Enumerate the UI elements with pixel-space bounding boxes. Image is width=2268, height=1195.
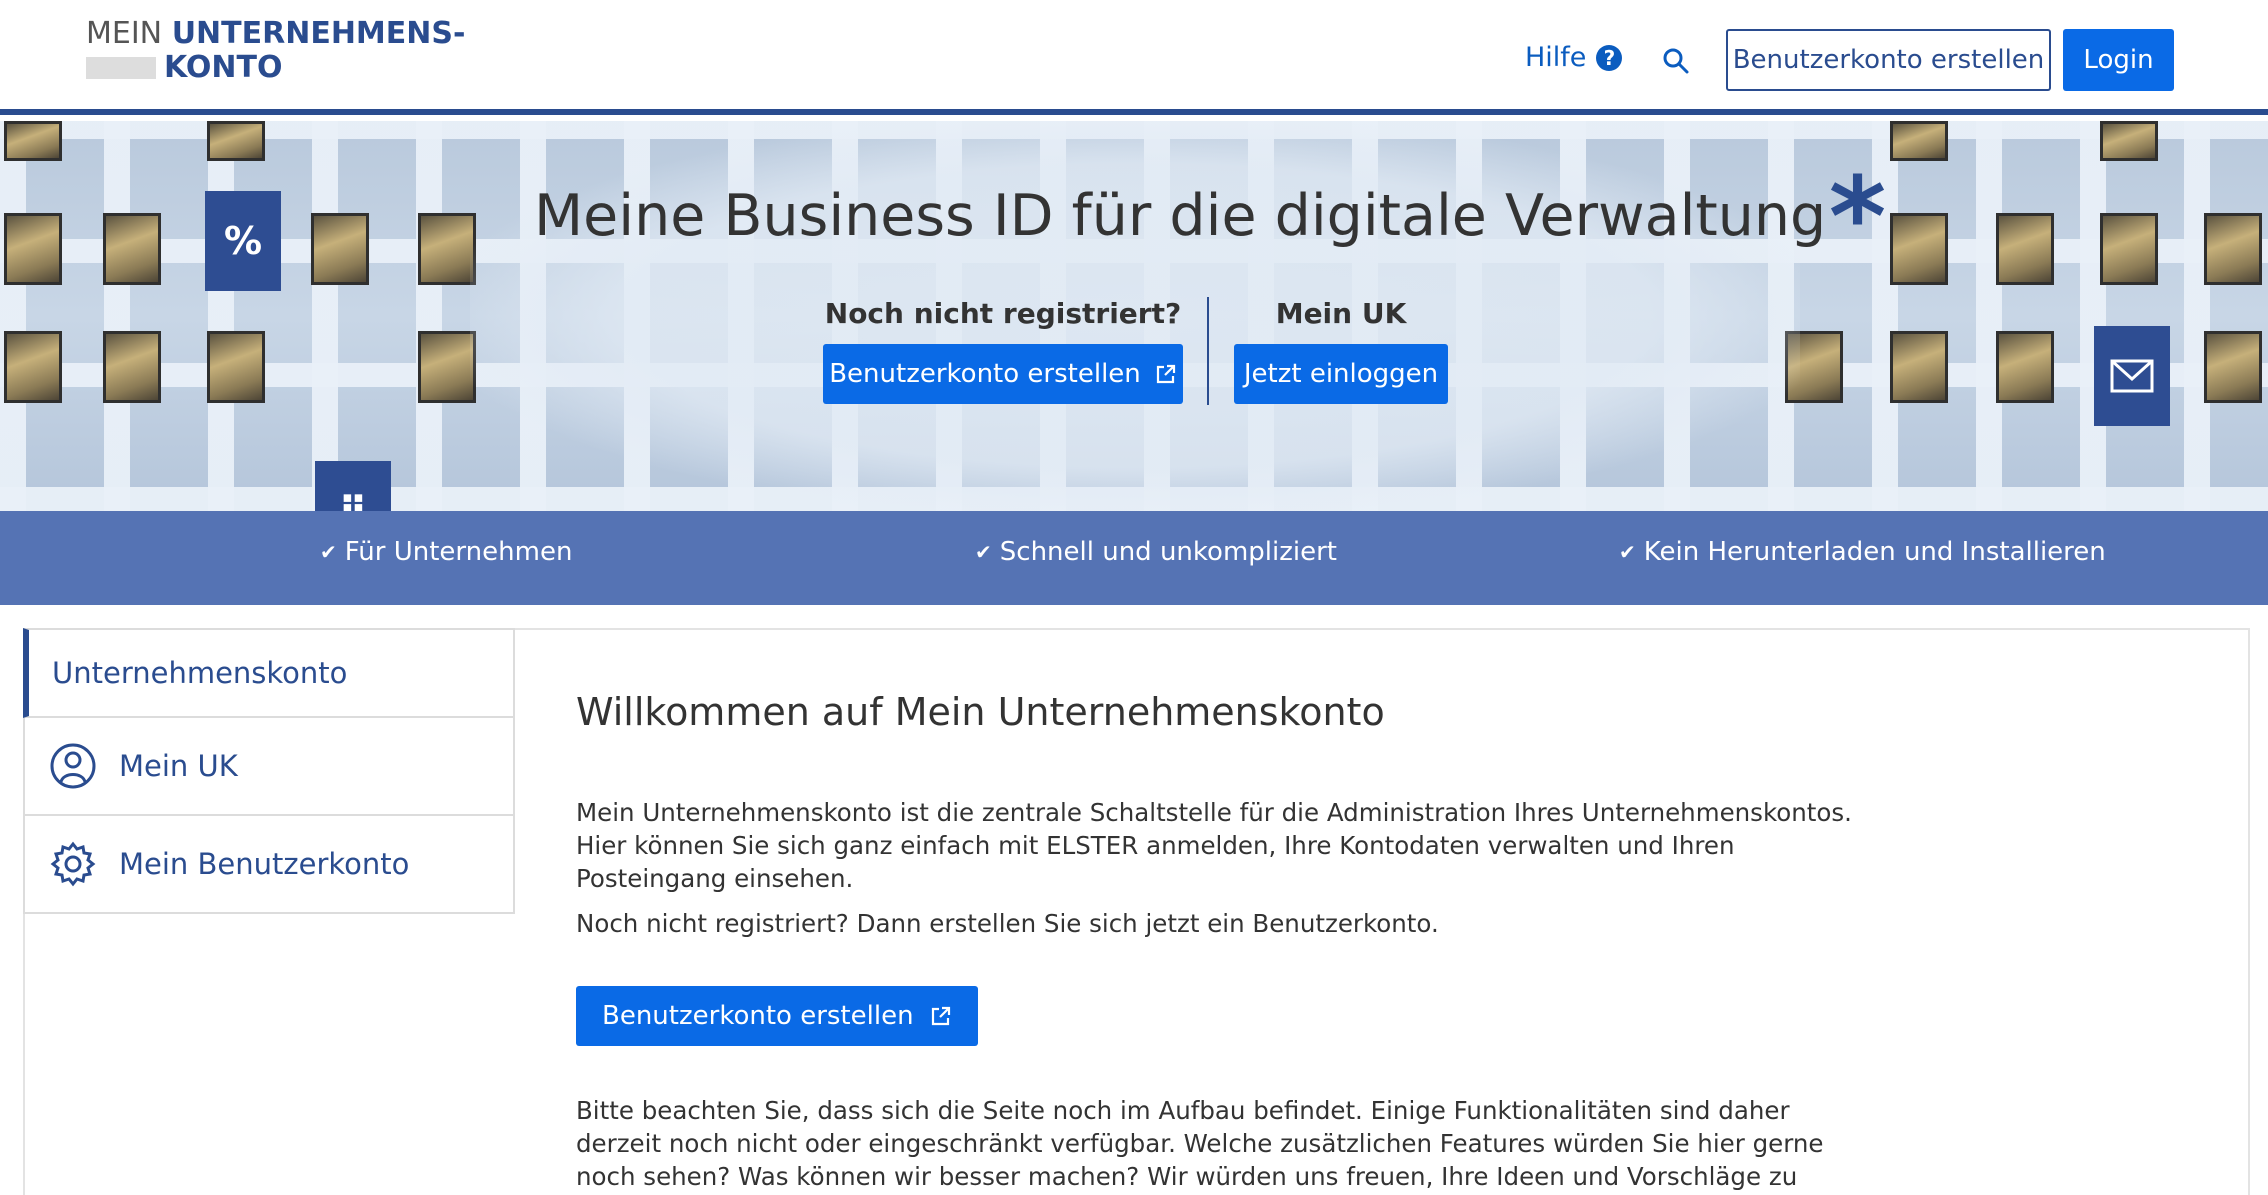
check-icon: ✔ (975, 540, 992, 564)
percent-tile-icon: % (205, 191, 281, 291)
benefit-item: ✔ Für Unternehmen (320, 537, 572, 567)
hero-window-image (103, 213, 161, 285)
benefit-item: ✔ Schnell und unkompliziert (975, 537, 1337, 567)
asterisk-mark: * (1828, 153, 1887, 281)
user-circle-icon (50, 743, 96, 789)
logo-mein: MEIN (86, 16, 163, 51)
sidebar-item-unternehmenskonto[interactable]: Unternehmenskonto (23, 628, 515, 718)
site-header: MEIN UNTERNEHMENS- KONTO Hilfe ? Benutze… (0, 0, 2268, 115)
logo-line2: KONTO (164, 50, 283, 85)
benefits-bar: ✔ Für Unternehmen ✔ Schnell und unkomplizi… (0, 511, 2268, 605)
sidebar-item-label: Unternehmenskonto (52, 656, 348, 690)
benefit-label: Für Unternehmen (344, 537, 573, 567)
help-label: Hilfe (1525, 42, 1587, 73)
hero-register-column: Noch nicht registriert? Benutzerkonto er… (823, 297, 1183, 404)
help-link[interactable]: Hilfe ? (1525, 42, 1623, 73)
hero-window-image (418, 213, 476, 285)
hero-window-image (4, 213, 62, 285)
intro-text: Mein Unternehmenskonto ist die zentrale … (576, 798, 1852, 893)
hero-login-button[interactable]: Jetzt einloggen (1234, 344, 1448, 404)
hero-window-image (2204, 213, 2262, 285)
hero-window-image (4, 331, 62, 403)
hero-window-image (1785, 331, 1843, 403)
hero-divider (1207, 297, 1209, 405)
main-register-button-label: Benutzerkonto erstellen (602, 1001, 914, 1031)
mail-tile-icon (2094, 326, 2170, 426)
logo-placeholder-block (86, 57, 156, 79)
gear-icon (50, 841, 96, 887)
register-prompt: Noch nicht registriert? Dann erstellen S… (576, 909, 1439, 938)
hero-window-image (207, 121, 265, 161)
external-link-icon (931, 1006, 950, 1026)
hero-window-image (311, 213, 369, 285)
sidebar-item-label: Mein Benutzerkonto (119, 847, 410, 881)
hero-window-image (1996, 213, 2054, 285)
benefit-label: Schnell und unkompliziert (999, 537, 1337, 567)
hero-window-image (1996, 331, 2054, 403)
sidebar-nav: Unternehmenskonto Mein UK Mein Benutzerk… (23, 628, 515, 914)
main-register-button[interactable]: Benutzerkonto erstellen (576, 986, 978, 1046)
hero-window-image (1890, 121, 1948, 161)
main-content: Willkommen auf Mein Unternehmenskonto Me… (576, 690, 1876, 1195)
grid-tile-icon: ⠿ (315, 461, 391, 511)
check-icon: ✔ (1619, 540, 1636, 564)
hero-title-text: Meine Business ID für die digitale Verwa… (534, 183, 1827, 249)
search-icon[interactable] (1662, 47, 1690, 75)
construction-note: Bitte beachten Sie, dass sich die Seite … (576, 1096, 1824, 1191)
sidebar-item-label: Mein UK (119, 749, 238, 783)
hero-window-image (418, 331, 476, 403)
logo[interactable]: MEIN UNTERNEHMENS- KONTO (86, 17, 465, 85)
hero-login-heading: Mein UK (1275, 297, 1407, 330)
sidebar-item-mein-uk[interactable]: Mein UK (23, 718, 515, 816)
logo-line1: UNTERNEHMENS- (171, 16, 466, 51)
hero-window-image (103, 331, 161, 403)
login-button[interactable]: Login (2063, 29, 2174, 91)
hero-window-image (4, 121, 62, 161)
question-circle-icon: ? (1596, 44, 1623, 71)
hero-banner: % ⠿ Meine Business ID für die digitale V… (0, 121, 2268, 511)
sidebar-item-mein-benutzerkonto[interactable]: Mein Benutzerkonto (23, 816, 515, 914)
benefit-label: Kein Herunterladen und Installieren (1643, 537, 2106, 567)
hero-window-image (2100, 213, 2158, 285)
hero-window-image (2204, 331, 2262, 403)
hero-window-image (2100, 121, 2158, 161)
hero-title: Meine Business ID für die digitale Verwa… (534, 153, 1886, 281)
benefit-item: ✔ Kein Herunterladen und Installieren (1619, 537, 2106, 567)
hero-window-image (1890, 331, 1948, 403)
hero-register-heading: Noch nicht registriert? (824, 297, 1182, 330)
hero-window-image (207, 331, 265, 403)
check-icon: ✔ (320, 540, 337, 564)
hero-window-image (1890, 213, 1948, 285)
page-title: Willkommen auf Mein Unternehmenskonto (576, 690, 1385, 734)
hero-login-column: Mein UK Jetzt einloggen (1234, 297, 1448, 404)
header-register-button[interactable]: Benutzerkonto erstellen (1726, 29, 2051, 91)
hero-register-button[interactable]: Benutzerkonto erstellen (823, 344, 1183, 404)
external-link-icon (1156, 364, 1175, 384)
hero-register-button-label: Benutzerkonto erstellen (829, 359, 1141, 389)
